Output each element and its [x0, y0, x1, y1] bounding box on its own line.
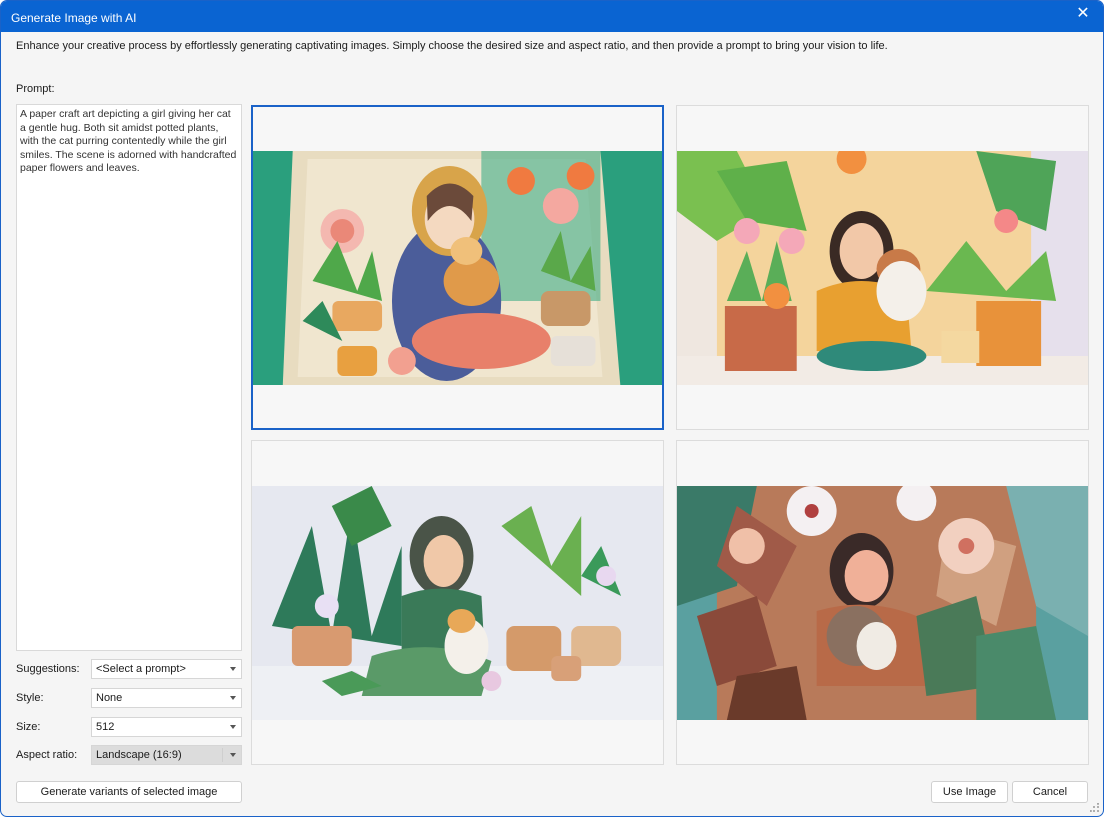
generated-image-4 [677, 486, 1088, 720]
style-value: None [96, 692, 123, 704]
dialog-description: Enhance your creative process by effortl… [16, 40, 888, 52]
style-dropdown[interactable]: None [91, 688, 242, 708]
generate-variants-button[interactable]: Generate variants of selected image [16, 781, 242, 803]
generated-image-tile-1[interactable] [251, 105, 664, 430]
resize-grip-icon[interactable] [1090, 803, 1100, 813]
generated-image-tile-2[interactable] [676, 105, 1089, 430]
size-label: Size: [16, 721, 41, 733]
suggestions-value: <Select a prompt> [96, 663, 186, 675]
suggestions-label: Suggestions: [16, 663, 80, 675]
dialog-window: Generate Image with AI ✕ Enhance your cr… [0, 0, 1104, 817]
suggestions-dropdown[interactable]: <Select a prompt> [91, 659, 242, 679]
size-dropdown[interactable]: 512 [91, 717, 242, 737]
use-image-button[interactable]: Use Image [931, 781, 1008, 803]
aspect-ratio-value: Landscape (16:9) [96, 749, 182, 761]
aspect-ratio-dropdown[interactable]: Landscape (16:9) [91, 745, 242, 765]
prompt-label: Prompt: [16, 83, 55, 95]
size-value: 512 [96, 721, 115, 733]
aspect-ratio-label: Aspect ratio: [16, 749, 78, 761]
chevron-down-icon [230, 725, 236, 729]
chevron-down-icon [230, 667, 236, 671]
generated-image-tile-3[interactable] [251, 440, 664, 765]
cancel-button[interactable]: Cancel [1012, 781, 1088, 803]
dialog-title: Generate Image with AI [11, 11, 137, 25]
prompt-input[interactable]: A paper craft art depicting a girl givin… [16, 104, 242, 651]
dropdown-divider [222, 748, 223, 762]
generated-image-tile-4[interactable] [676, 440, 1089, 765]
close-icon[interactable]: ✕ [1063, 1, 1103, 29]
chevron-down-icon [230, 753, 236, 757]
generated-image-2 [677, 151, 1088, 385]
generated-image-1 [253, 151, 662, 385]
title-bar: Generate Image with AI ✕ [1, 1, 1103, 32]
chevron-down-icon [230, 696, 236, 700]
style-label: Style: [16, 692, 44, 704]
generated-image-3 [252, 486, 663, 720]
